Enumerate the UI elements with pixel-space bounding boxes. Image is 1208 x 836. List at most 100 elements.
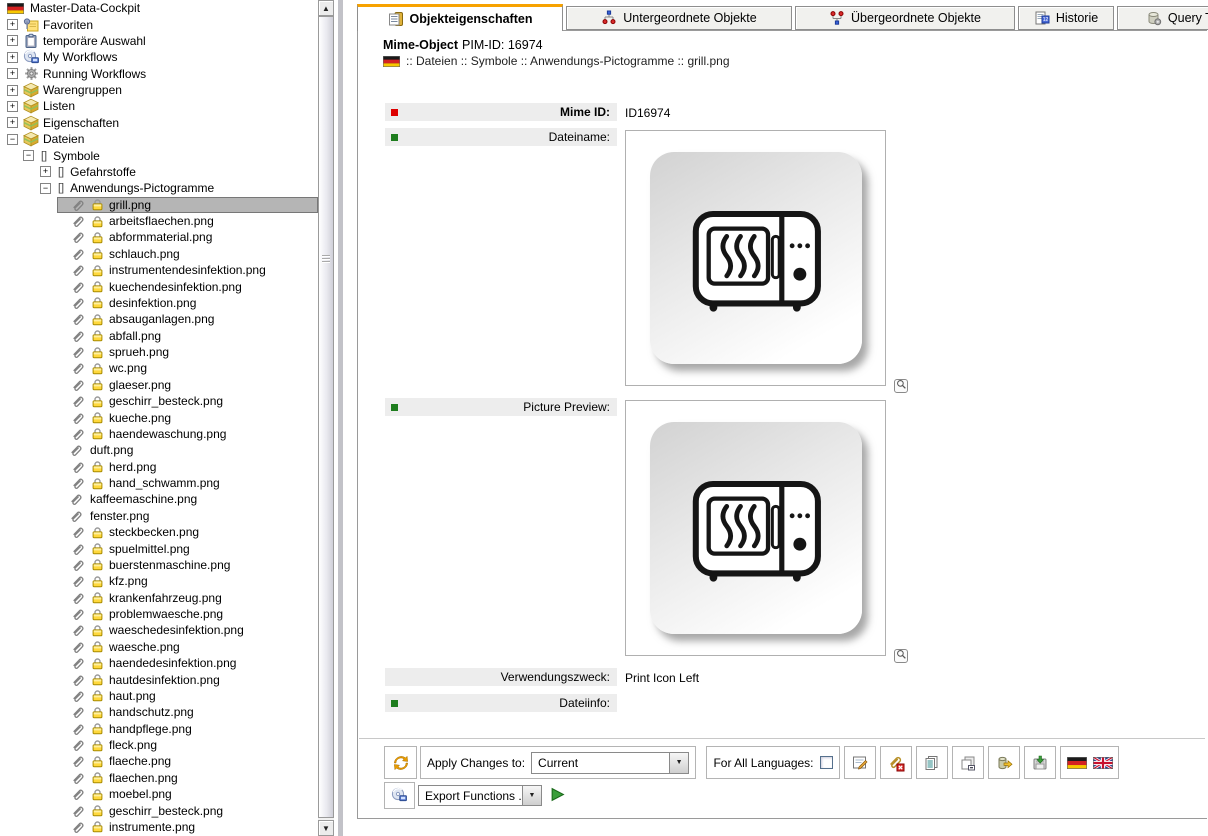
tree-item[interactable]: −Dateien <box>0 131 318 147</box>
tree-item-file[interactable]: waeschedesinfektion.png <box>0 622 318 638</box>
tree-item-file[interactable]: moebel.png <box>0 786 318 802</box>
tree-scrollbar[interactable]: ▲ ▼ <box>318 0 334 836</box>
copy-button[interactable] <box>916 746 948 779</box>
expand-toggle[interactable]: + <box>7 101 18 112</box>
chevron-down-icon[interactable]: ▼ <box>522 786 541 805</box>
tree-item-file[interactable]: flaeche.png <box>0 753 318 769</box>
tab--bergeordnete-objekte[interactable]: Übergeordnete Objekte <box>795 6 1015 30</box>
tree-item-file[interactable]: arbeitsflaechen.png <box>0 213 318 229</box>
tree-item-file[interactable]: geschirr_besteck.png <box>0 802 318 818</box>
tree-item-file[interactable]: problemwaesche.png <box>0 606 318 622</box>
expand-toggle[interactable]: + <box>7 85 18 96</box>
tree-item-file[interactable]: hand_schwamm.png <box>0 475 318 491</box>
tree-item[interactable]: +Eigenschaften <box>0 115 318 131</box>
tree-item-file[interactable]: spuelmittel.png <box>0 540 318 556</box>
tree-item-file[interactable]: haendedesinfektion.png <box>0 655 318 671</box>
tree-item-file[interactable]: fleck.png <box>0 737 318 753</box>
scroll-down-button[interactable]: ▼ <box>318 820 334 836</box>
zoom-button[interactable] <box>894 379 908 393</box>
export-media-button[interactable] <box>384 782 415 809</box>
zoom-button[interactable] <box>894 649 908 663</box>
tab-untergeordnete-objekte[interactable]: Untergeordnete Objekte <box>566 6 792 30</box>
chevron-down-icon[interactable]: ▼ <box>669 753 688 773</box>
tree-item-file[interactable]: kfz.png <box>0 573 318 589</box>
export-functions-select[interactable]: Export Functions ... ▼ <box>418 785 542 806</box>
duplicate-remove-button[interactable] <box>952 746 984 779</box>
expand-toggle[interactable]: + <box>7 68 18 79</box>
tree-item-file[interactable]: duft.png <box>0 442 318 458</box>
tree-item-file[interactable]: abformmaterial.png <box>0 229 318 245</box>
expand-toggle[interactable]: + <box>7 52 18 63</box>
tree-item-file[interactable]: steckbecken.png <box>0 524 318 540</box>
expand-toggle[interactable]: + <box>7 117 18 128</box>
apply-changes-select[interactable]: Current ▼ <box>531 752 689 774</box>
scrollbar-thumb[interactable] <box>318 16 334 818</box>
tree-item-file[interactable]: kuechendesinfektion.png <box>0 278 318 294</box>
save-button[interactable] <box>1024 746 1056 779</box>
tree-item-file[interactable]: hautdesinfektion.png <box>0 671 318 687</box>
tree-item-file[interactable]: schlauch.png <box>0 246 318 262</box>
tree-item-file[interactable]: sprueh.png <box>0 344 318 360</box>
tree-item-file[interactable]: glaeser.png <box>0 377 318 393</box>
scroll-up-button[interactable]: ▲ <box>318 0 334 16</box>
form-label-bar: Dateiname: <box>385 128 617 146</box>
remove-attachment-button[interactable] <box>880 746 912 779</box>
tree-item[interactable]: +Listen <box>0 98 318 114</box>
tree-root[interactable]: Master-Data-Cockpit <box>0 0 318 16</box>
export-object-button[interactable] <box>988 746 1020 779</box>
run-export-button[interactable] <box>550 787 566 803</box>
pane-splitter[interactable] <box>336 0 345 836</box>
tree-item-file[interactable]: handschutz.png <box>0 704 318 720</box>
tree-item[interactable]: +My Workflows <box>0 49 318 65</box>
tree-item[interactable]: +Running Workflows <box>0 66 318 82</box>
tree-item-file[interactable]: geschirr_besteck.png <box>0 393 318 409</box>
field-value: ID16974 <box>625 106 670 120</box>
tree-item[interactable]: −[]Symbole <box>0 147 318 163</box>
dateiname-image-box <box>625 130 886 386</box>
collapse-toggle[interactable]: − <box>7 134 18 145</box>
edit-button[interactable] <box>844 746 876 779</box>
expand-toggle[interactable]: + <box>7 35 18 46</box>
tree-item-file[interactable]: haendewaschung.png <box>0 426 318 442</box>
tree-item-file[interactable]: handpflege.png <box>0 721 318 737</box>
expand-toggle[interactable]: + <box>40 166 51 177</box>
tree-item-file[interactable]: herd.png <box>0 459 318 475</box>
tree-item[interactable]: +temporäre Auswahl <box>0 33 318 49</box>
attachment-icon <box>71 673 85 687</box>
expand-toggle[interactable]: + <box>7 19 18 30</box>
tree-item[interactable]: +Warengruppen <box>0 82 318 98</box>
tree-item[interactable]: +[]Gefahrstoffe <box>0 164 318 180</box>
lock-icon <box>91 820 104 833</box>
export-arrow-icon <box>995 754 1013 772</box>
attachment-icon <box>71 476 85 490</box>
tree-item-file[interactable]: waesche.png <box>0 639 318 655</box>
tree-item-file[interactable]: absauganlagen.png <box>0 311 318 327</box>
tree-item[interactable]: −[]Anwendungs-Pictogramme <box>0 180 318 196</box>
tab-objekteigenschaften[interactable]: Objekteigenschaften <box>357 4 563 31</box>
attachment-icon <box>69 443 83 457</box>
refresh-button[interactable] <box>384 746 417 779</box>
tree-item-file[interactable]: desinfektion.png <box>0 295 318 311</box>
lock-icon <box>91 624 104 637</box>
tab-query-tool[interactable]: Query Tool <box>1117 6 1208 30</box>
tree-item-file[interactable]: fenster.png <box>0 508 318 524</box>
for-all-languages-checkbox[interactable] <box>820 756 833 769</box>
tree-item-file[interactable]: grill.png <box>0 197 318 213</box>
tree-item-file[interactable]: buerstenmaschine.png <box>0 557 318 573</box>
tree-item-file[interactable]: abfall.png <box>0 328 318 344</box>
tree-item-file[interactable]: flaechen.png <box>0 770 318 786</box>
tree-item-file[interactable]: kaffeemaschine.png <box>0 491 318 507</box>
tree-item-file[interactable]: instrumentendesinfektion.png <box>0 262 318 278</box>
for-all-languages-group: For All Languages: <box>706 746 840 779</box>
duplicate-minus-icon <box>959 754 977 772</box>
tree-item-file[interactable]: instrumente.png <box>0 819 318 835</box>
tree-item-file[interactable]: kueche.png <box>0 409 318 425</box>
tree-item-file[interactable]: wc.png <box>0 360 318 376</box>
collapse-toggle[interactable]: − <box>23 150 34 161</box>
tree-item[interactable]: +Favoriten <box>0 16 318 32</box>
language-flags-button[interactable] <box>1060 746 1119 779</box>
tree-item-file[interactable]: haut.png <box>0 688 318 704</box>
tree-item-file[interactable]: krankenfahrzeug.png <box>0 590 318 606</box>
tab-historie[interactable]: 12Historie <box>1018 6 1114 30</box>
collapse-toggle[interactable]: − <box>40 183 51 194</box>
